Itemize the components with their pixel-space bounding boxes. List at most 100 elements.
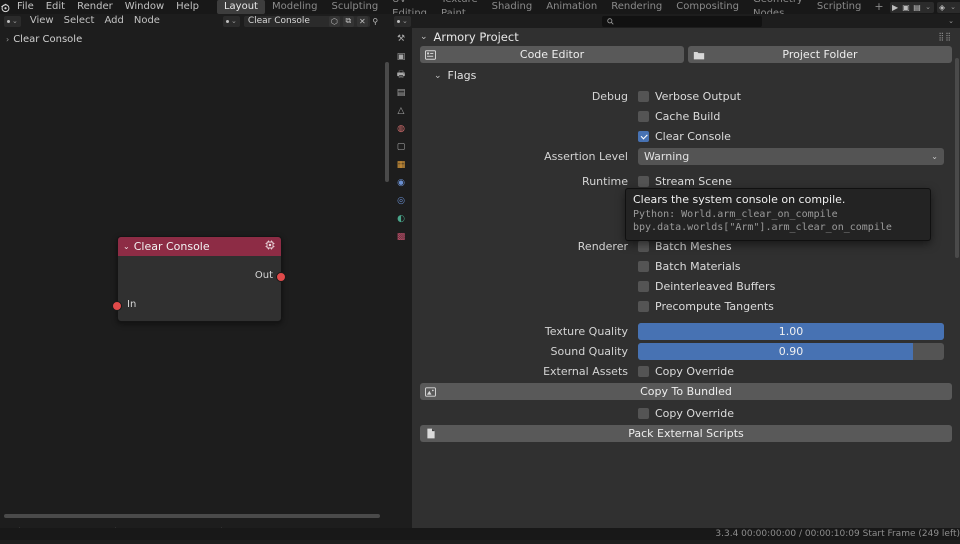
modifier-properties-icon[interactable]: ◉ [394, 176, 409, 190]
menu-render[interactable]: Render [71, 0, 119, 14]
chevron-down-icon[interactable]: ⌄ [948, 2, 959, 13]
node-clear-console[interactable]: ⌄ Clear Console Out In [112, 236, 286, 322]
copy-to-bundled-button[interactable]: Copy To Bundled [420, 383, 952, 400]
node-editor-canvas[interactable]: › Clear Console ⌄ Clear Console Out In [0, 28, 390, 524]
chevron-down-icon[interactable]: ⌄ [434, 71, 442, 81]
script-file-icon [424, 427, 437, 440]
node-script-icon[interactable] [264, 239, 276, 254]
batch-materials-checkbox[interactable] [638, 260, 649, 272]
page-title: Armory Project [433, 30, 519, 44]
scene-selector[interactable]: ◈ ⌄ Scene ⚲ ⧉ ✕ [936, 1, 960, 13]
data-properties-icon[interactable]: ◐ [394, 212, 409, 226]
node-menu-view[interactable]: View [25, 14, 59, 28]
menu-file[interactable]: File [11, 0, 40, 14]
input-socket[interactable] [112, 301, 122, 311]
workspace-tab-layout[interactable]: Layout [216, 0, 265, 14]
output-socket[interactable] [276, 272, 286, 282]
chevron-down-icon[interactable]: ⌄ [123, 242, 130, 251]
editor-type-selector-props[interactable]: ⌄ [394, 15, 411, 27]
copy-override-row-2: Copy Override [412, 403, 960, 423]
texture-properties-icon[interactable]: ▩ [394, 230, 409, 244]
chevron-down-icon[interactable]: ⌄ [923, 2, 934, 13]
texture-quality-slider[interactable]: 1.00 [638, 322, 944, 340]
menu-edit[interactable]: Edit [40, 0, 71, 14]
chevron-down-icon[interactable]: ⌄ [420, 32, 428, 42]
assertion-level-label: Assertion Level [544, 149, 628, 163]
deinterleaved-buffers-checkbox[interactable] [638, 280, 649, 292]
output-properties-icon[interactable]: 🖶 [394, 68, 409, 82]
blender-window: File Edit Render Window Help Layout Mode… [0, 0, 960, 544]
top-bar-right: ▶ ▣ ▤ ⌄ ◈ ⌄ Scene ⚲ ⧉ ✕ ◉ ⌄ ViewLayer ⧉ … [889, 1, 960, 13]
workspace-tab-modeling[interactable]: Modeling [265, 0, 325, 14]
render-animation-icon[interactable]: ▣ [901, 2, 912, 13]
new-nodetree-icon[interactable]: ⧉ [342, 15, 354, 27]
collection-properties-icon[interactable]: ▢ [394, 140, 409, 154]
properties-search-input[interactable] [601, 15, 762, 27]
assertion-level-dropdown[interactable]: Warning ⌄ [638, 147, 944, 165]
nodetree-type-selector[interactable]: ⌄ [222, 15, 240, 27]
workspace-tab-geometry-nodes[interactable]: Geometry Nodes [746, 0, 810, 19]
physics-properties-icon[interactable]: ◎ [394, 194, 409, 208]
node-menu-select[interactable]: Select [59, 14, 100, 28]
nodetree-id-field[interactable]: Clear Console ⬡ ⧉ ✕ [243, 15, 370, 27]
object-properties-icon[interactable]: ▦ [394, 158, 409, 172]
deinterleaved-buffers-label: Deinterleaved Buffers [655, 279, 776, 293]
project-folder-button[interactable]: Project Folder [688, 46, 952, 63]
workspace-tab-sculpting[interactable]: Sculpting [324, 0, 385, 14]
nodetree-name[interactable]: Clear Console [248, 16, 326, 26]
blender-logo-icon[interactable] [0, 0, 11, 14]
pack-external-scripts-button[interactable]: Pack External Scripts [420, 425, 952, 442]
node-menu-node[interactable]: Node [129, 14, 165, 28]
workspace-tab-compositing[interactable]: Compositing [669, 0, 746, 14]
add-workspace-button[interactable]: + [868, 0, 889, 14]
clear-console-label: Clear Console [655, 129, 731, 143]
batch-meshes-checkbox[interactable] [638, 240, 649, 252]
grip-icon[interactable]: ⣿⣿ [938, 33, 952, 41]
render-properties-icon[interactable]: ▣ [394, 50, 409, 64]
canvas-vertical-scrollbar[interactable] [385, 62, 389, 182]
tool-icon[interactable]: ⚒ [394, 32, 409, 46]
workspace-tab-rendering[interactable]: Rendering [604, 0, 669, 14]
armory-project-panel-header[interactable]: ⌄ Armory Project ⣿⣿ [412, 28, 960, 46]
external-assets-row: External Assets Copy Override [412, 361, 960, 381]
unlink-icon[interactable]: ✕ [356, 15, 368, 27]
canvas-horizontal-scrollbar[interactable] [4, 514, 380, 518]
workspace-tab-shading[interactable]: Shading [485, 0, 540, 14]
properties-scrollbar[interactable] [955, 58, 959, 258]
workspace-tab-texture-paint[interactable]: Texture Paint [434, 0, 485, 19]
world-properties-icon[interactable]: ◍ [394, 122, 409, 136]
workspace-tab-animation[interactable]: Animation [539, 0, 604, 14]
scene-properties-icon[interactable]: △ [394, 104, 409, 118]
view-layer-properties-icon[interactable]: ▤ [394, 86, 409, 100]
renderer-precompute-tangents-row: Precompute Tangents [412, 296, 960, 316]
sound-quality-row: Sound Quality 0.90 [412, 341, 960, 361]
render-window-icon[interactable]: ▤ [912, 2, 923, 13]
copy-override-checkbox-2[interactable] [638, 407, 649, 419]
precompute-tangents-checkbox[interactable] [638, 300, 649, 312]
editor-type-selector[interactable]: ⌄ [4, 15, 21, 27]
code-editor-button[interactable]: Code Editor [420, 46, 684, 63]
stream-scene-checkbox[interactable] [638, 175, 649, 187]
render-image-icon[interactable]: ▶ [890, 2, 901, 13]
pin-icon[interactable]: ⚲ [370, 16, 381, 27]
clear-console-checkbox[interactable] [638, 130, 649, 142]
image-icon [424, 385, 437, 398]
menu-window[interactable]: Window [119, 0, 170, 14]
assertion-level-row: Assertion Level Warning ⌄ [412, 146, 960, 166]
copy-override-checkbox[interactable] [638, 365, 649, 377]
workspace-tab-uv-editing[interactable]: UV Editing [385, 0, 434, 19]
sound-quality-slider[interactable]: 0.90 [638, 342, 944, 360]
renderer-batch-materials-row: Batch Materials [412, 256, 960, 276]
node-menu-add[interactable]: Add [99, 14, 128, 28]
node-header[interactable]: ⌄ Clear Console [118, 237, 281, 256]
menu-help[interactable]: Help [170, 0, 205, 14]
chevron-down-icon: ⌄ [12, 17, 18, 25]
flags-subpanel-header[interactable]: ⌄ Flags [426, 67, 960, 84]
workspace-tab-scripting[interactable]: Scripting [810, 0, 868, 14]
fake-user-icon[interactable]: ⬡ [328, 15, 340, 27]
flags-label: Flags [447, 69, 477, 82]
cache-build-checkbox[interactable] [638, 110, 649, 122]
chevron-down-icon[interactable]: ⌄ [948, 17, 960, 25]
tooltip: Clears the system console on compile. Py… [625, 188, 931, 241]
verbose-output-checkbox[interactable] [638, 90, 649, 102]
